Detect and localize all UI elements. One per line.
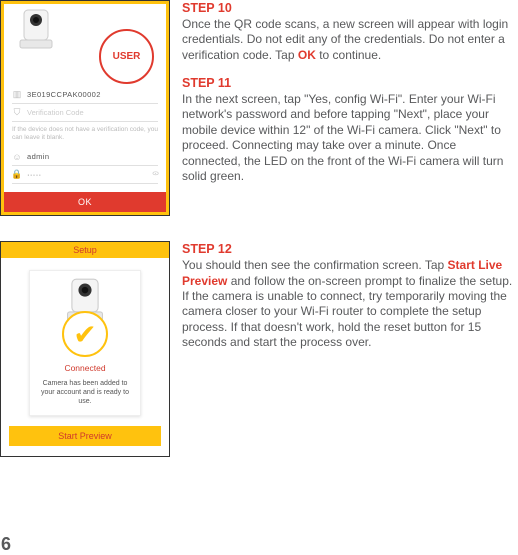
check-icon: ✔ — [62, 311, 108, 357]
eye-icon[interactable]: ᯣ — [152, 169, 158, 178]
serial-field[interactable]: ▥ 3E019CCPAK00002 — [12, 86, 158, 104]
setup-header: Setup — [1, 242, 169, 258]
password-value: ····· — [27, 170, 42, 179]
ok-highlight: OK — [298, 48, 316, 62]
step-12-body: You should then see the confirmation scr… — [182, 258, 518, 350]
phone-mock-login: USER ▥ 3E019CCPAK00002 ⛉ Verification Co… — [0, 0, 170, 216]
step-12-title: STEP 12 — [182, 241, 518, 257]
barcode-icon: ▥ — [12, 90, 22, 100]
lock-icon: 🔒 — [12, 170, 22, 180]
password-field[interactable]: 🔒 ····· ᯣ — [12, 166, 158, 184]
step-11: STEP 11 In the next screen, tap "Yes, co… — [182, 75, 518, 184]
verification-code-field[interactable]: ⛉ Verification Code — [12, 104, 158, 122]
step-10-body: Once the QR code scans, a new screen wil… — [182, 17, 518, 63]
username-value: admin — [27, 152, 49, 161]
user-icon: ☺ — [12, 152, 22, 162]
step-12: STEP 12 You should then see the confirma… — [182, 241, 518, 350]
verification-hint: If the device does not have a verificati… — [12, 122, 158, 148]
step-10: STEP 10 Once the QR code scans, a new sc… — [182, 0, 518, 63]
phone-mock-setup: Setup ✔ Connected — [0, 241, 170, 456]
ok-button[interactable]: OK — [4, 192, 166, 212]
camera-device-icon — [18, 8, 54, 52]
step-10-title: STEP 10 — [182, 0, 518, 16]
step-11-body: In the next screen, tap "Yes, config Wi-… — [182, 92, 518, 184]
start-preview-button[interactable]: Start Preview — [9, 426, 161, 446]
serial-value: 3E019CCPAK00002 — [27, 90, 101, 99]
setup-card: ✔ Connected Camera has been added to you… — [29, 270, 141, 415]
step-11-title: STEP 11 — [182, 75, 518, 91]
user-badge: USER — [99, 29, 154, 84]
ready-text: Camera has been added to your account an… — [36, 379, 134, 406]
verification-placeholder: Verification Code — [27, 108, 84, 117]
username-field[interactable]: ☺ admin — [12, 148, 158, 166]
page-number: 6 — [1, 534, 11, 555]
shield-icon: ⛉ — [12, 108, 22, 118]
connected-label: Connected — [36, 363, 134, 373]
